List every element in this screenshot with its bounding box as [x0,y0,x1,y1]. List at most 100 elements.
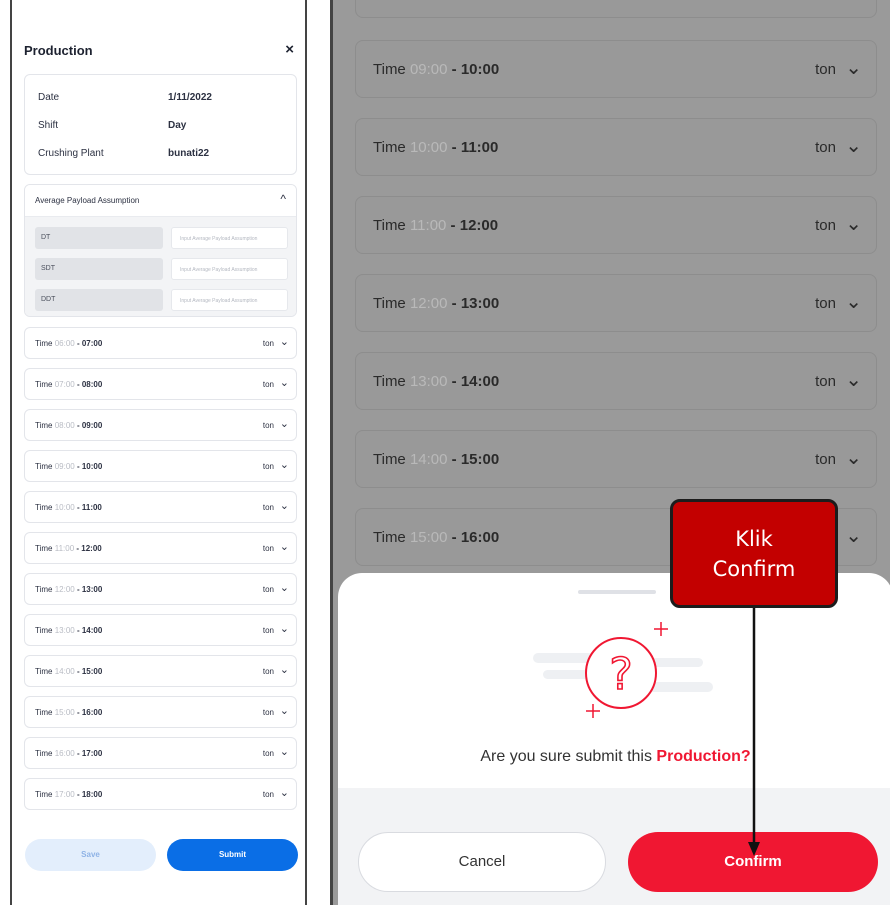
average-payload-section: Average Payload Assumption ^ DT Input Av… [24,184,297,317]
unit-label: ton [262,544,274,553]
unit-label: ton [815,373,836,390]
time-slot-row[interactable]: Time 09:00 - 10:00 ton ⌄ [24,450,297,482]
time-start: 10:00 [54,503,75,512]
time-slot-label: Time 08:00 - 09:00 [35,421,102,430]
time-slot-row[interactable]: Time 14:00 - 15:00 ton ⌄ [24,655,297,687]
question-mark-icon: ? [533,622,713,718]
unit-label: ton [262,667,274,676]
time-start: 13:00 [409,373,448,390]
screenshot-root: Production × Date 1/11/2022 Shift Day Cr… [0,0,890,905]
production-form-panel: Production × Date 1/11/2022 Shift Day Cr… [10,0,307,905]
time-end: - 12:00 [74,544,102,553]
time-label: Time [35,585,53,594]
payload-input-sdt[interactable]: Input Average Payload Assumption [171,258,288,280]
unit-label: ton [815,139,836,156]
time-slot-row[interactable]: Time 17:00 - 18:00 ton ⌄ [24,778,297,810]
info-value: Day [168,120,187,131]
time-slot-row[interactable]: Time 08:00 - 09:00 ton ⌄ [24,409,297,441]
time-slot-row[interactable]: Time 13:00 - 14:00 ton ⌄ [24,614,297,646]
chevron-down-icon[interactable]: ⌄ [280,663,289,676]
payload-section-header[interactable]: Average Payload Assumption ^ [25,185,296,217]
confirm-question: Are you sure submit this Production? [338,748,890,766]
chevron-down-icon: ⌄ [845,369,862,391]
payload-input-dt[interactable]: Input Average Payload Assumption [171,227,288,249]
cancel-button[interactable]: Cancel [358,832,606,892]
info-label: Shift [38,120,59,131]
chevron-down-icon[interactable]: ⌄ [280,745,289,758]
chevron-down-icon[interactable]: ⌄ [280,376,289,389]
submit-button[interactable]: Submit [167,839,298,871]
time-label: Time [35,380,53,389]
time-label: Time [373,529,406,546]
time-label: Time [35,708,53,717]
time-start: 11:00 [54,544,75,553]
time-label: Time [373,217,406,234]
confirm-button[interactable]: Confirm [628,832,878,892]
chevron-down-icon[interactable]: ⌄ [280,786,289,799]
payload-row-sdt: SDT Input Average Payload Assumption [35,258,290,280]
time-end: - 07:00 [74,339,103,348]
form-header: Production × [24,41,294,63]
time-slot-label: Time 15:00 - 16:00 [373,529,499,546]
save-button[interactable]: Save [25,839,156,871]
time-start: 16:00 [54,749,75,758]
time-label: Time [35,626,53,635]
time-end: - 17:00 [74,749,103,758]
time-slot-row[interactable]: Time 15:00 - 16:00 ton ⌄ [24,696,297,728]
time-end: - 15:00 [74,667,103,676]
payload-label: DT [35,227,163,249]
chevron-down-icon[interactable]: ⌄ [280,622,289,635]
chevron-down-icon[interactable]: ⌄ [280,581,289,594]
annotation-callout: Klik Confirm [670,499,838,608]
unit-label: ton [262,585,274,594]
payload-input-ddt[interactable]: Input Average Payload Assumption [171,289,288,311]
payload-label: SDT [35,258,163,280]
time-slot-row[interactable]: Time 16:00 - 17:00 ton ⌄ [24,737,297,769]
time-end: - 15:00 [447,451,500,468]
unit-label: ton [262,380,274,389]
time-start: 12:00 [54,585,75,594]
chevron-down-icon[interactable]: ⌄ [280,540,289,553]
time-slot-row[interactable]: Time 06:00 - 07:00 ton ⌄ [24,327,297,359]
chevron-up-icon[interactable]: ^ [280,192,286,206]
time-slot-row[interactable]: Time 11:00 - 12:00 ton ⌄ [24,532,297,564]
time-end: - 08:00 [74,380,103,389]
time-start: 17:00 [54,790,75,799]
time-slot-row[interactable]: Time 12:00 - 13:00 ton ⌄ [24,573,297,605]
unit-label: ton [815,451,836,468]
time-start: 14:00 [54,667,75,676]
time-slot-label: Time 06:00 - 07:00 [35,339,102,348]
info-label: Date [38,92,60,103]
payload-section-body: DT Input Average Payload Assumption SDT … [25,217,296,316]
time-start: 09:00 [409,61,448,78]
time-end: - 16:00 [447,529,500,546]
time-slot-label: Time 10:00 - 11:00 [373,139,498,156]
chevron-down-icon[interactable]: ⌄ [280,458,289,471]
info-value: 1/11/2022 [168,92,212,103]
sheet-drag-handle[interactable] [578,590,656,594]
payload-label: DDT [35,289,163,311]
info-label: Crushing Plant [38,148,104,159]
chevron-down-icon[interactable]: ⌄ [280,499,289,512]
chevron-down-icon[interactable]: ⌄ [280,335,289,348]
time-slot-row[interactable]: Time 07:00 - 08:00 ton ⌄ [24,368,297,400]
callout-line-1: Klik [735,527,773,551]
time-end: - 10:00 [447,61,500,78]
unit-label: ton [262,503,274,512]
unit-label: ton [815,295,836,312]
time-end: - 12:00 [446,217,499,234]
unit-label: ton [262,462,274,471]
info-row-date: Date 1/11/2022 [38,92,288,108]
unit-label: ton [262,749,274,758]
time-label: Time [373,451,406,468]
time-start: 14:00 [409,451,448,468]
time-slot-row[interactable]: Time 10:00 - 11:00 ton ⌄ [24,491,297,523]
chevron-down-icon[interactable]: ⌄ [280,417,289,430]
close-icon[interactable]: × [285,41,294,58]
time-slot-label: Time 09:00 - 10:00 [373,61,499,78]
time-slot-label: Time 09:00 - 10:00 [35,462,102,471]
chevron-down-icon[interactable]: ⌄ [280,704,289,717]
time-slot-row: Time 10:00 - 11:00 ton ⌄ [355,118,877,176]
info-row-shift: Shift Day [38,120,288,136]
time-end: - 11:00 [74,503,102,512]
